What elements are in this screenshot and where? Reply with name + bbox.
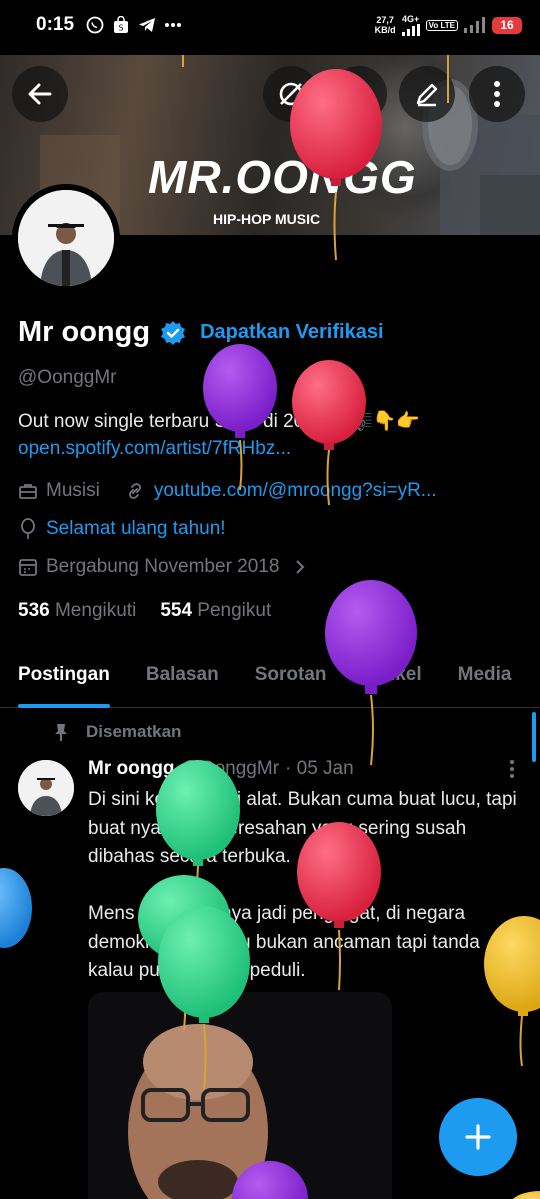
telegram-icon xyxy=(138,16,156,34)
profile-name: Mr oongg xyxy=(18,316,151,348)
post-media-image xyxy=(88,992,392,1199)
whatsapp-icon xyxy=(86,16,104,34)
pin-icon xyxy=(55,724,67,741)
back-button[interactable] xyxy=(12,66,68,122)
arrow-left-icon xyxy=(28,83,52,105)
scrollbar[interactable] xyxy=(532,712,536,762)
shop-icon: S xyxy=(112,16,130,34)
more-notifications-icon xyxy=(164,16,182,34)
birthday-link[interactable]: Selamat ulang tahun! xyxy=(46,518,226,540)
followers-label: Pengikut xyxy=(197,600,272,621)
svg-text:S: S xyxy=(118,24,123,33)
post-handle: @OonggMr xyxy=(180,758,280,779)
pinned-indicator: Disematkan xyxy=(52,722,181,742)
profile-website-link[interactable]: youtube.com/@mroongg?si=yR... xyxy=(154,480,437,502)
follow-stats: 536 Mengikuti 554 Pengikut xyxy=(18,600,271,622)
balloon-blue xyxy=(0,868,32,948)
profile-category: Musisi xyxy=(46,480,100,501)
post-avatar[interactable] xyxy=(18,760,74,816)
search-icon xyxy=(347,82,372,107)
edit-profile-button[interactable] xyxy=(399,66,455,122)
grok-button[interactable] xyxy=(263,66,319,122)
battery-icon: 16 xyxy=(492,16,522,34)
search-button[interactable] xyxy=(331,66,387,122)
verified-badge-icon xyxy=(161,320,186,345)
birthday-row: Selamat ulang tahun! xyxy=(18,518,226,540)
banner-title: MR.OONGG xyxy=(148,151,417,203)
post-author[interactable]: Mr oongg xyxy=(88,758,175,780)
get-verified-link[interactable]: Dapatkan Verifikasi xyxy=(200,321,383,344)
post-text: Di sini komedi jadi alat. Bukan cuma bua… xyxy=(88,789,517,981)
compose-post-button[interactable] xyxy=(439,1098,517,1176)
pinned-label: Disematkan xyxy=(86,722,182,741)
tab-media[interactable]: Media xyxy=(440,652,530,707)
tab-highlights[interactable]: Sorotan xyxy=(237,652,345,707)
post-date: · 05 Jan xyxy=(285,758,354,779)
profile-handle: @OonggMr xyxy=(18,367,117,388)
speed-unit: KB/d xyxy=(374,25,396,35)
post-media[interactable] xyxy=(88,992,392,1199)
following-label: Mengikuti xyxy=(54,600,137,621)
profile-meta-row: Musisi youtube.com/@mroongg?si=yR... xyxy=(18,480,437,502)
profile-bio: Out now single terbaru Saya di 2025🎵🎼👇👉 xyxy=(18,411,420,432)
banner-subtitle: HIP-HOP MUSIC xyxy=(213,211,321,227)
post-more-button[interactable] xyxy=(502,758,522,785)
bio-spotify-link[interactable]: open.spotify.com/artist/7fRHbz... xyxy=(18,438,291,460)
volte-badge: Vo LTE xyxy=(425,19,458,31)
status-time: 0:15 xyxy=(36,14,75,35)
tab-replies[interactable]: Balasan xyxy=(128,652,237,707)
signal-icon xyxy=(401,24,420,36)
signal-weak-icon xyxy=(464,17,485,33)
notification-icons: S xyxy=(86,16,182,34)
followers-count: 554 xyxy=(160,600,193,621)
profile-avatar[interactable] xyxy=(12,184,120,292)
more-options-button[interactable] xyxy=(469,66,525,122)
following-stat[interactable]: 536 Mengikuti xyxy=(18,600,136,622)
profile-tabs: Postingan Balasan Sorotan Artikel Media xyxy=(0,652,540,708)
vertical-dots-icon xyxy=(510,760,514,778)
post-header: Mr oongg @OonggMr · 05 Jan xyxy=(88,758,354,780)
followers-stat[interactable]: 554 Pengikut xyxy=(160,600,271,622)
balloon-yellow xyxy=(512,1191,540,1199)
tab-articles[interactable]: Artikel xyxy=(345,652,440,707)
link-icon xyxy=(128,483,141,499)
joined-row[interactable]: Bergabung November 2018 xyxy=(18,556,307,578)
slash-circle-icon xyxy=(279,82,303,106)
vertical-dots-icon xyxy=(494,81,500,107)
calendar-icon xyxy=(19,559,37,576)
joined-date: Bergabung November 2018 xyxy=(46,556,280,577)
post-avatar-photo xyxy=(18,760,74,816)
plus-icon xyxy=(465,1124,491,1150)
following-count: 536 xyxy=(18,600,50,621)
profile-name-row: Mr oongg Dapatkan Verifikasi xyxy=(18,316,384,349)
balloon-icon xyxy=(21,518,35,539)
avatar-photo xyxy=(18,190,114,286)
network-speed: 27,7 KB/d xyxy=(375,15,396,35)
pencil-icon xyxy=(416,83,438,107)
tab-posts[interactable]: Postingan xyxy=(0,652,128,708)
briefcase-icon xyxy=(19,484,37,499)
speed-value: 27,7 xyxy=(376,15,394,25)
status-bar: 0:15 S 27,7 KB/d 4G+ Vo LTE 16 xyxy=(0,0,540,50)
chevron-right-icon xyxy=(296,560,305,574)
network-type: 4G+ xyxy=(401,14,420,24)
